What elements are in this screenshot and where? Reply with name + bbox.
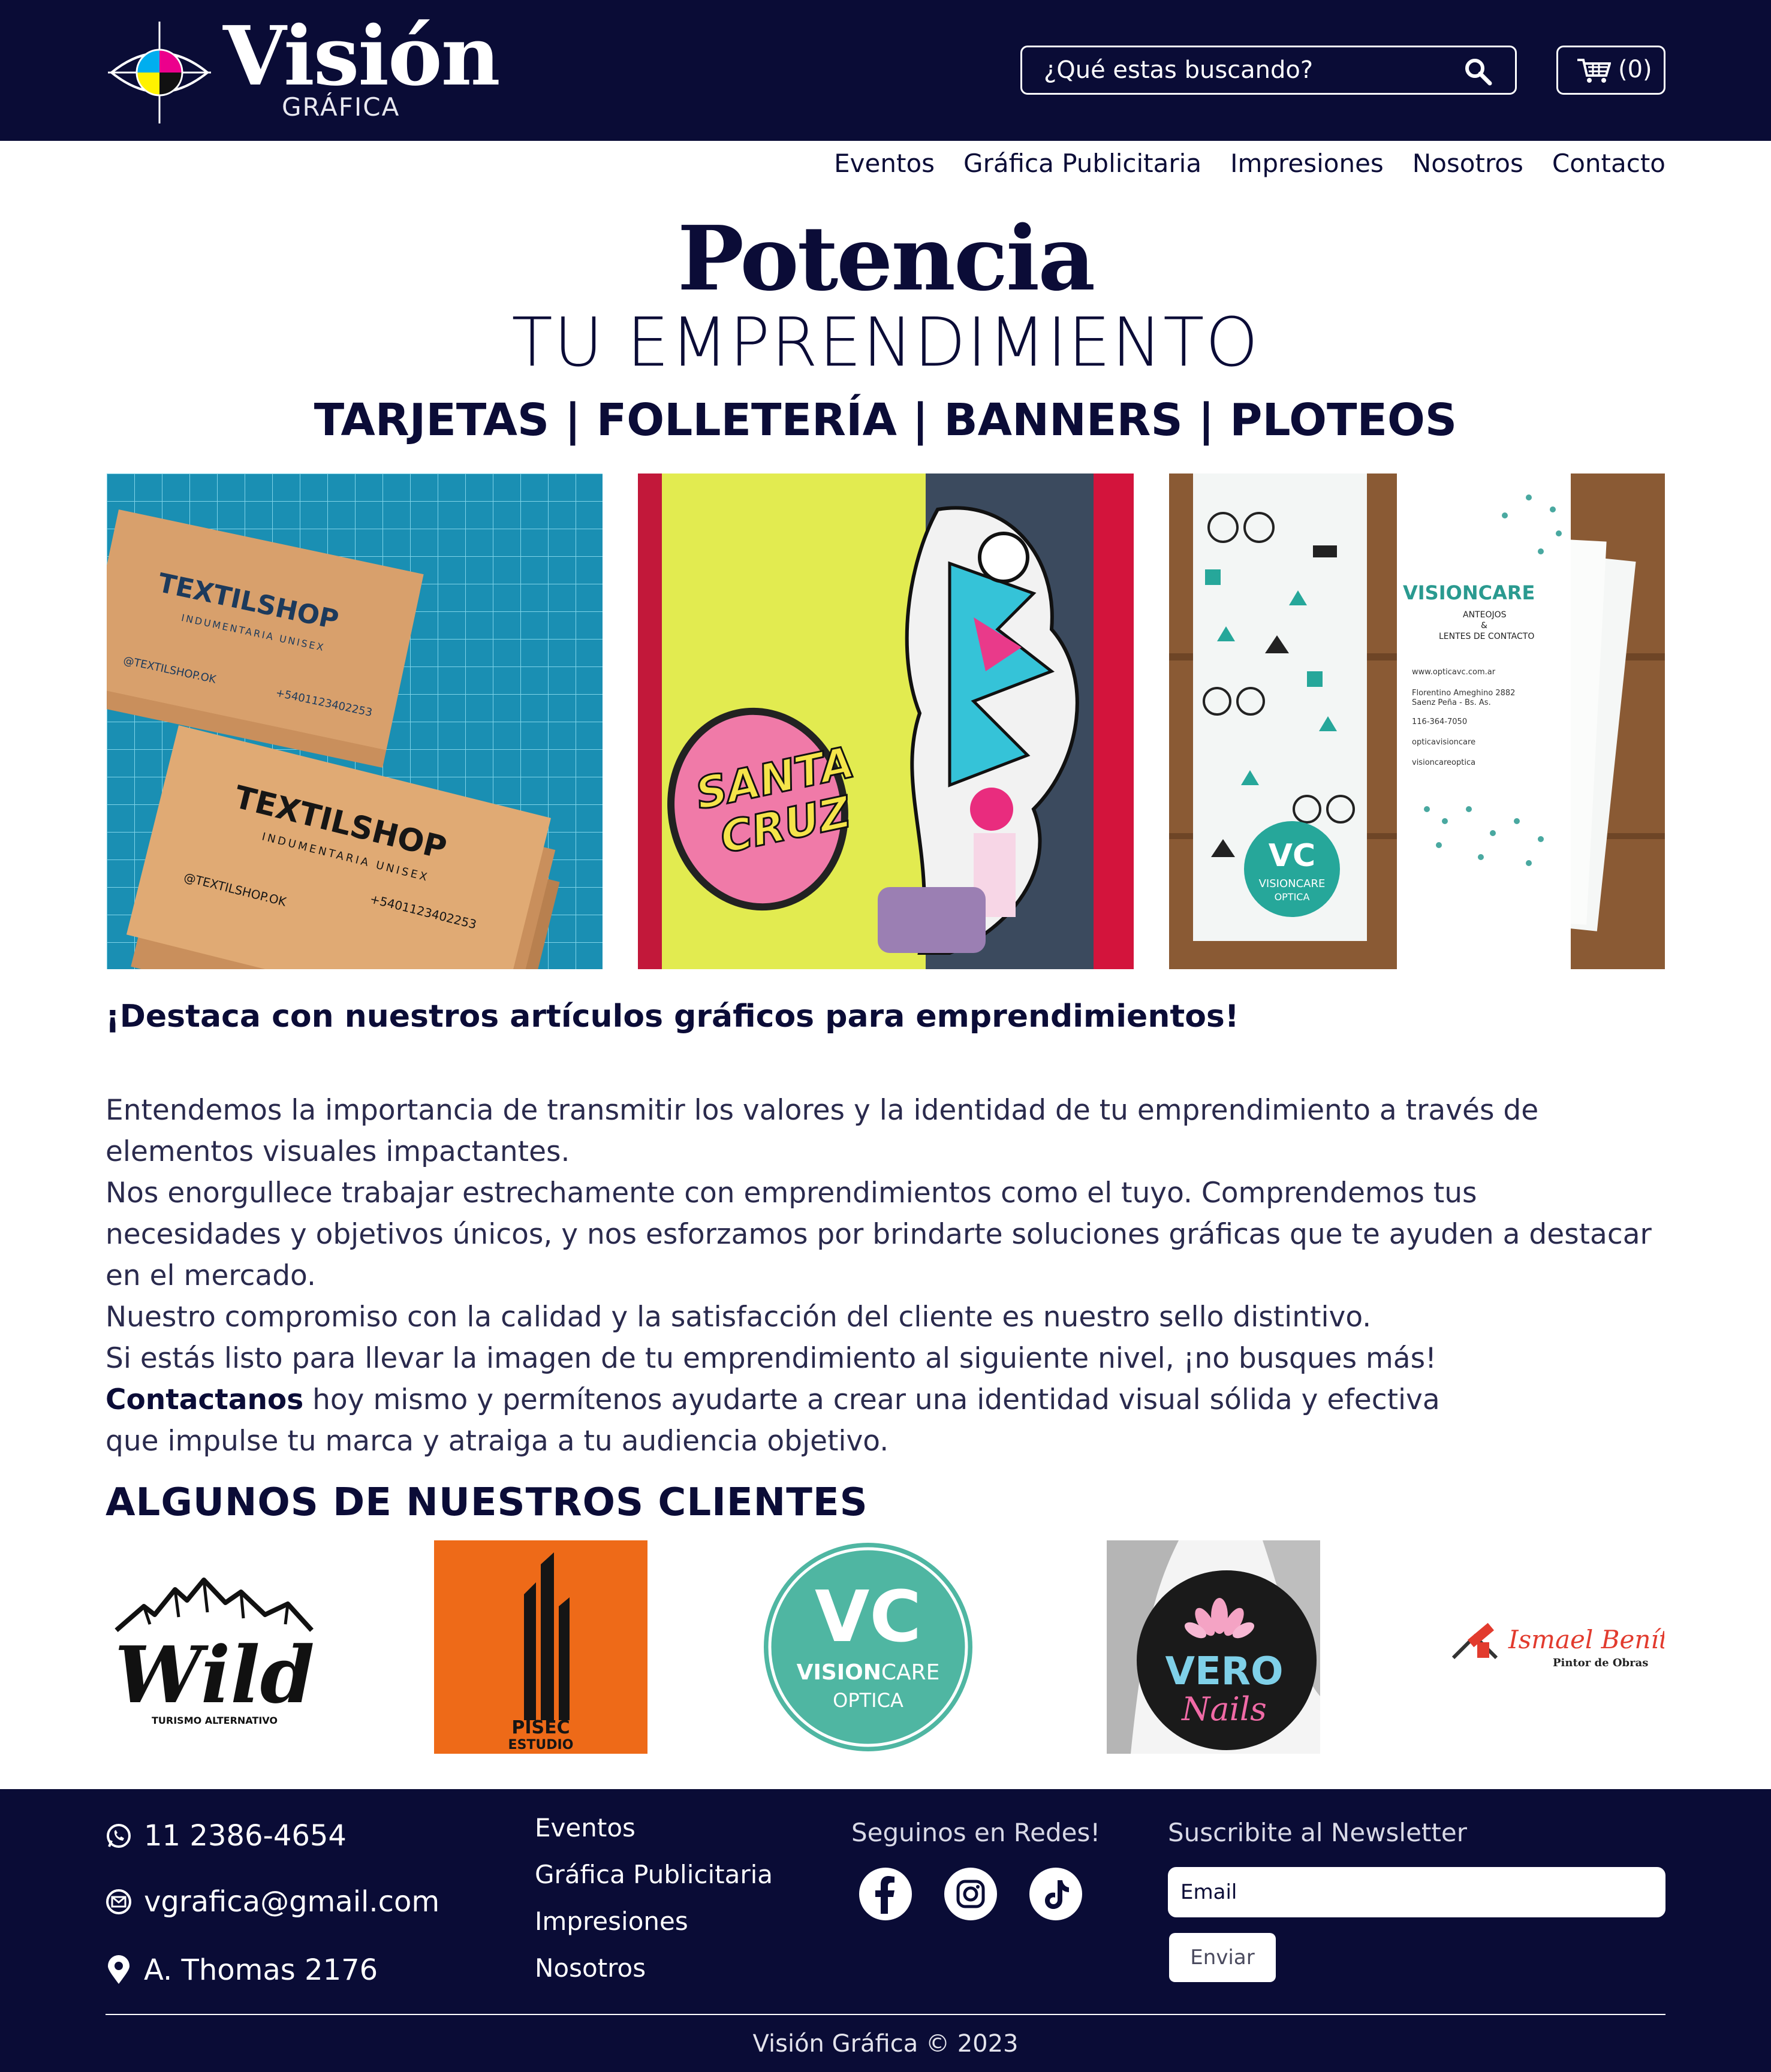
paragraph-line: elementos visuales impactantes. bbox=[106, 1135, 570, 1168]
paragraph-line: en el mercado. bbox=[106, 1259, 316, 1292]
clients-title: ALGUNOS DE NUESTROS CLIENTES bbox=[106, 1480, 868, 1525]
footer-phone-text: 11 2386-4654 bbox=[144, 1819, 347, 1853]
flyer-line3: LENTES DE CONTACTO bbox=[1439, 632, 1534, 641]
pisec-line2: ESTUDIO bbox=[508, 1738, 574, 1753]
vc-initials: VC bbox=[815, 1575, 921, 1658]
whatsapp-icon bbox=[107, 1824, 131, 1848]
ismael-sub: Pintor de Obras bbox=[1553, 1657, 1648, 1669]
social-links bbox=[859, 1867, 1083, 1921]
hero-title: Potencia bbox=[677, 206, 1095, 310]
vero-sub: Nails bbox=[1180, 1690, 1267, 1728]
paragraph-line: Nuestro compromiso con la calidad y la s… bbox=[106, 1301, 1372, 1334]
vero-name: VERO bbox=[1165, 1649, 1284, 1694]
cart-icon bbox=[1577, 59, 1611, 83]
client-logo-ismael-benitez[interactable]: Ismael Benítez Pintor de Obras bbox=[1451, 1540, 1698, 1754]
tiktok-icon[interactable] bbox=[1029, 1867, 1083, 1921]
paragraph-tail: hoy mismo y permítenos ayudarte a crear … bbox=[303, 1383, 1440, 1416]
flyer-line1: ANTEOJOS bbox=[1463, 610, 1507, 620]
brand-subname: GRÁFICA bbox=[282, 92, 400, 122]
copyright: Visión Gráfica © 2023 bbox=[752, 2030, 1019, 2058]
flyer-badge-name: VISIONCARE bbox=[1259, 877, 1326, 890]
footer-address-text: A. Thomas 2176 bbox=[144, 1953, 378, 1987]
paragraph-line: Si estás listo para llevar la imagen de … bbox=[106, 1342, 1436, 1375]
newsletter-email-box bbox=[1168, 1867, 1665, 1917]
cmyk-target-icon bbox=[108, 22, 211, 123]
footer-email[interactable]: vgrafica@gmail.com bbox=[106, 1885, 439, 1919]
paragraph-line: que impulse tu marca y atraiga a tu audi… bbox=[106, 1425, 889, 1458]
hero-subtitle: TU EMPRENDIMIENTO bbox=[511, 304, 1260, 382]
brand-logo[interactable]: Visión GRÁFICA bbox=[106, 16, 501, 126]
flyer-phone: 116-364-7050 bbox=[1412, 717, 1467, 726]
wild-name: Wild bbox=[115, 1629, 314, 1721]
photo-visioncare-flyers: VC VISIONCARE OPTICA VISIONCARE ANTEOJOS… bbox=[1169, 473, 1665, 969]
photo-santa-cruz-window: SANTA CRUZ bbox=[638, 473, 1134, 969]
flyer-line2: & bbox=[1481, 621, 1487, 631]
lead-heading: ¡Destaca con nuestros artículos gráficos… bbox=[106, 999, 1239, 1035]
newsletter-send-button[interactable]: Enviar bbox=[1169, 1933, 1276, 1982]
pisec-line1: PISEC bbox=[511, 1717, 570, 1738]
cart-count: (0) bbox=[1618, 56, 1652, 83]
main-nav: Eventos Gráfica Publicitaria Impresiones… bbox=[834, 149, 1665, 178]
cart-button[interactable]: (0) bbox=[1556, 46, 1665, 95]
nav-item-nosotros[interactable]: Nosotros bbox=[1412, 149, 1523, 178]
nav-item-eventos[interactable]: Eventos bbox=[834, 149, 935, 178]
nav-item-contacto[interactable]: Contacto bbox=[1552, 149, 1665, 178]
client-logo-wild[interactable]: Wild TURISMO ALTERNATIVO bbox=[108, 1540, 321, 1754]
social-title: Seguinos en Redes! bbox=[851, 1818, 1101, 1847]
about-text: Entendemos la importancia de transmitir … bbox=[106, 1090, 1748, 1462]
footer-divider bbox=[106, 2014, 1665, 2015]
paragraph-line: Entendemos la importancia de transmitir … bbox=[106, 1094, 1539, 1127]
paragraph-line: Nos enorgullece trabajar estrechamente c… bbox=[106, 1177, 1477, 1210]
footer-nav: Eventos Gráfica Publicitaria Impresiones… bbox=[535, 1813, 773, 2000]
location-pin-icon bbox=[108, 1955, 129, 1984]
flyer-badge-sub: OPTICA bbox=[1275, 891, 1310, 903]
flyer-badge-initials: VC bbox=[1269, 838, 1315, 874]
footer-email-text: vgrafica@gmail.com bbox=[144, 1885, 440, 1919]
facebook-icon[interactable] bbox=[859, 1867, 912, 1921]
paragraph-line: Contactanos hoy mismo y permítenos ayuda… bbox=[106, 1379, 1748, 1420]
flyer-fb: opticavisioncare bbox=[1412, 738, 1475, 747]
flyer-ig: visioncareoptica bbox=[1412, 758, 1475, 767]
flyer-web: www.opticavc.com.ar bbox=[1412, 668, 1496, 677]
nav-item-impresiones[interactable]: Impresiones bbox=[1230, 149, 1384, 178]
wild-tag: TURISMO ALTERNATIVO bbox=[152, 1715, 278, 1726]
nav-item-grafica-publicitaria[interactable]: Gráfica Publicitaria bbox=[963, 149, 1201, 178]
client-logo-pisec[interactable]: PISEC ESTUDIO bbox=[434, 1540, 647, 1754]
footer-link-nosotros[interactable]: Nosotros bbox=[535, 1953, 773, 1983]
flyer-brand: VISIONCARE bbox=[1403, 581, 1535, 604]
vc-sub: OPTICA bbox=[833, 1689, 903, 1712]
hero-tags: TARJETAS | FOLLETERÍA | BANNERS | PLOTEO… bbox=[314, 394, 1457, 446]
search-box bbox=[1020, 46, 1517, 95]
flyer-address2: Saenz Peña - Bs. As. bbox=[1412, 698, 1491, 707]
footer-phone[interactable]: 11 2386-4654 bbox=[106, 1819, 347, 1853]
search-input[interactable] bbox=[1044, 52, 1463, 88]
photo-textilshop-cards: TEXTILSHOP INDUMENTARIA UNISEX @TEXTILSH… bbox=[107, 473, 603, 969]
paragraph-line: necesidades y objetivos únicos, y nos es… bbox=[106, 1218, 1652, 1251]
client-logo-vero-nails[interactable]: VERO Nails bbox=[1107, 1540, 1320, 1754]
footer-address[interactable]: A. Thomas 2176 bbox=[106, 1953, 378, 1987]
footer-link-grafica-publicitaria[interactable]: Gráfica Publicitaria bbox=[535, 1860, 773, 1890]
footer-link-eventos[interactable]: Eventos bbox=[535, 1813, 773, 1843]
client-logo-visioncare[interactable]: VC VISIONCARE OPTICA bbox=[761, 1540, 975, 1754]
vc-name: VISIONCARE bbox=[797, 1660, 940, 1685]
instagram-icon[interactable] bbox=[944, 1867, 998, 1921]
ismael-name: Ismael Benítez bbox=[1508, 1625, 1664, 1654]
site-footer: 11 2386-4654 vgrafica@gmail.com A. Thoma… bbox=[0, 1789, 1771, 2072]
flyer-address1: Florentino Ameghino 2882 bbox=[1412, 689, 1515, 698]
brand-name: Visión bbox=[223, 8, 501, 104]
footer-link-impresiones[interactable]: Impresiones bbox=[535, 1907, 773, 1937]
contact-link[interactable]: Contactanos bbox=[106, 1383, 303, 1416]
newsletter-title: Suscribite al Newsletter bbox=[1168, 1818, 1467, 1847]
search-icon[interactable] bbox=[1463, 57, 1492, 86]
site-header: Visión GRÁFICA (0) bbox=[0, 0, 1771, 141]
newsletter-email-input[interactable] bbox=[1170, 1869, 1664, 1916]
email-icon bbox=[106, 1889, 131, 1914]
